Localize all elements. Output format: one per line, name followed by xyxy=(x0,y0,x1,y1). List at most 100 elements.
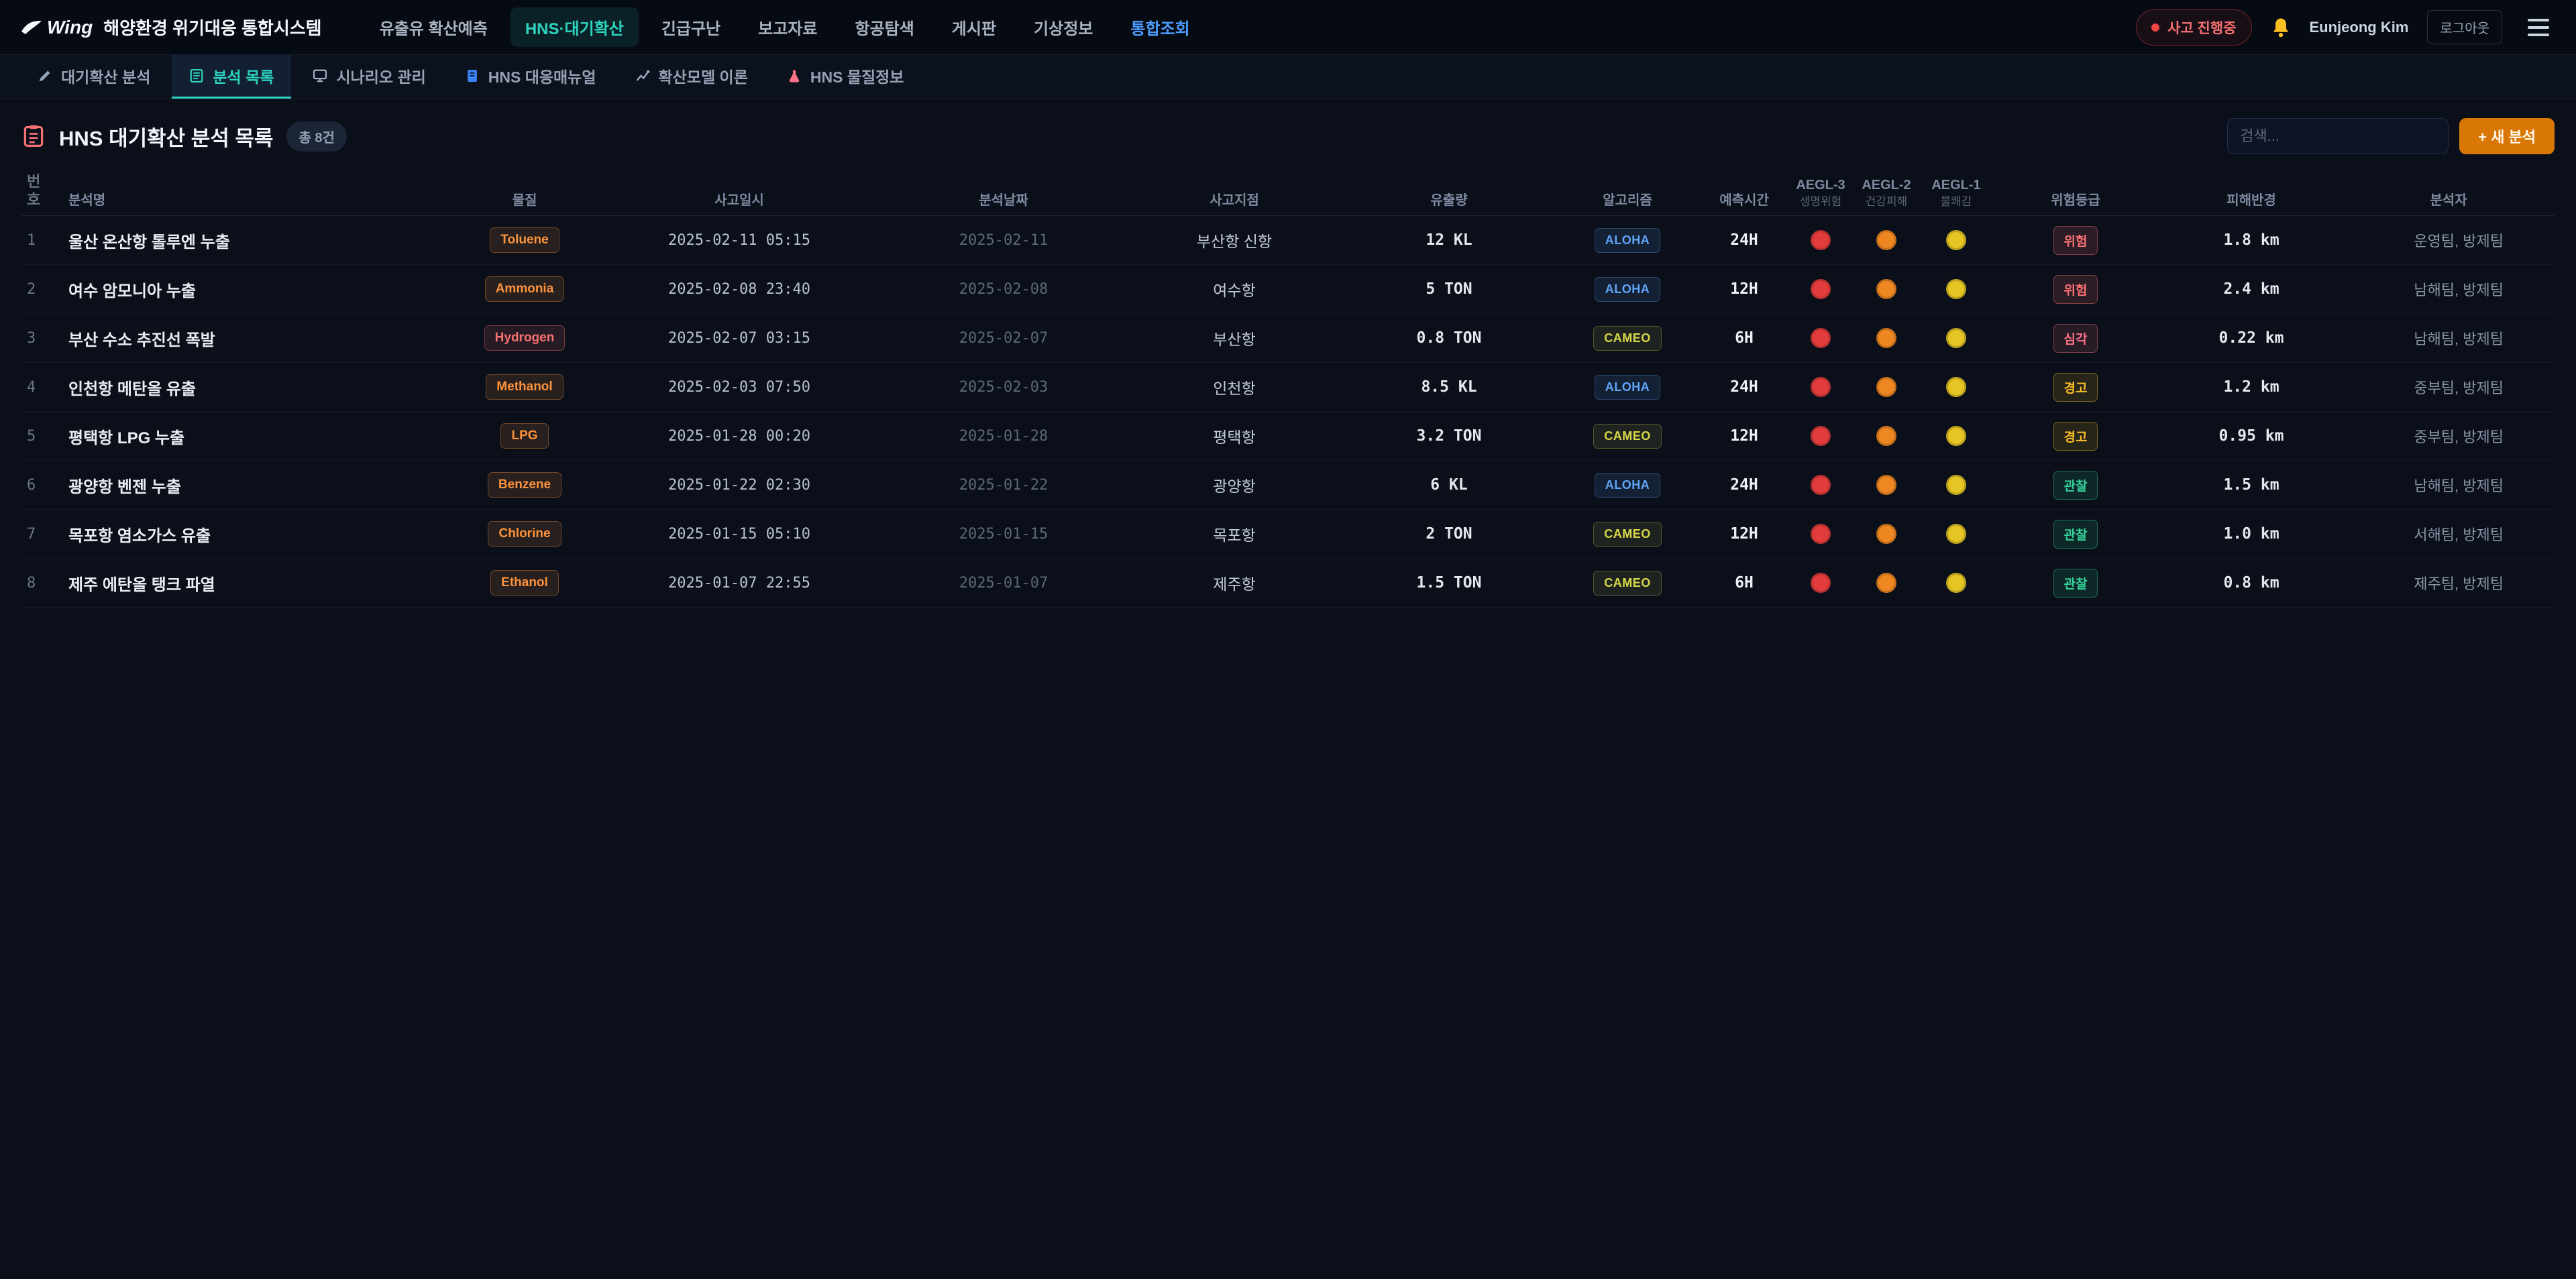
incident-status-badge[interactable]: 사고 진행중 xyxy=(2136,9,2251,46)
risk-badge: 관찰 xyxy=(2053,471,2098,500)
col-number: 번호 xyxy=(21,173,44,209)
aegl2-indicator xyxy=(1876,573,1896,593)
tab-hns-substance-info[interactable]: HNS 물질정보 xyxy=(769,55,922,99)
brand-title: 해양환경 위기대응 통합시스템 xyxy=(103,15,321,40)
damage-radius: 1.5 km xyxy=(2160,476,2343,494)
col-damage-radius: 피해반경 xyxy=(2160,192,2343,209)
navbar-right: 사고 진행중 Eunjeong Kim 로그아웃 xyxy=(2136,9,2556,46)
accident-datetime: 2025-02-08 23:40 xyxy=(598,281,880,298)
aegl1-indicator xyxy=(1946,573,1966,593)
menu-item-emergency-rescue[interactable]: 긴급구난 xyxy=(647,7,735,47)
analysis-date: 2025-01-15 xyxy=(880,526,1127,543)
risk-badge: 경고 xyxy=(2053,373,2098,402)
damage-radius: 2.4 km xyxy=(2160,280,2343,298)
spill-amount: 1.5 TON xyxy=(1342,574,1556,592)
row-number: 5 xyxy=(21,428,62,445)
aegl2-indicator xyxy=(1876,328,1896,348)
col-risk-level: 위험등급 xyxy=(1991,192,2160,209)
col-forecast-time: 예측시간 xyxy=(1699,192,1790,209)
row-number: 8 xyxy=(21,575,62,592)
analysis-date: 2025-01-07 xyxy=(880,575,1127,592)
tab-diffusion-model-theory[interactable]: 확산모델 이론 xyxy=(618,55,765,99)
row-number: 7 xyxy=(21,526,62,543)
menu-item-weather[interactable]: 기상정보 xyxy=(1019,7,1108,47)
accident-location: 부산항 신항 xyxy=(1127,229,1342,252)
substance-badge: Ethanol xyxy=(490,570,559,596)
tab-hns-manual[interactable]: HNS 대응매뉴얼 xyxy=(447,55,614,99)
table-row[interactable]: 8 제주 에탄올 탱크 파열 Ethanol 2025-01-07 22:55 … xyxy=(21,559,2555,608)
tab-scenario-management[interactable]: 시나리오 관리 xyxy=(295,55,443,99)
risk-badge: 위험 xyxy=(2053,275,2098,304)
substance-badge: Benzene xyxy=(488,472,561,498)
analyst: 중부팀, 방제팀 xyxy=(2414,425,2555,447)
incident-dot-icon xyxy=(2151,23,2159,32)
col-aegl1: AEGL-1 불쾌감 xyxy=(1921,177,1991,209)
table-row[interactable]: 3 부산 수소 추진선 폭발 Hydrogen 2025-02-07 03:15… xyxy=(21,314,2555,363)
table-row[interactable]: 5 평택항 LPG 누출 LPG 2025-01-28 00:20 2025-0… xyxy=(21,412,2555,461)
user-name[interactable]: Eunjeong Kim xyxy=(2310,19,2409,36)
aegl1-indicator xyxy=(1946,377,1966,397)
spill-amount: 3.2 TON xyxy=(1342,427,1556,445)
forecast-time: 12H xyxy=(1699,280,1790,298)
menu-item-oil-spill[interactable]: 유출유 확산예측 xyxy=(365,7,502,47)
aegl1-indicator xyxy=(1946,475,1966,495)
algorithm-badge: CAMEO xyxy=(1593,522,1662,547)
row-number: 3 xyxy=(21,330,62,347)
incident-status-label: 사고 진행중 xyxy=(2167,17,2236,38)
hamburger-menu-icon[interactable] xyxy=(2521,12,2556,43)
analysis-name: 목포항 염소가스 유출 xyxy=(62,522,451,546)
notification-bell-icon[interactable] xyxy=(2271,17,2291,38)
menu-item-integrated-search[interactable]: 통합조회 xyxy=(1116,7,1204,47)
table-row[interactable]: 1 울산 온산항 톨루엔 누출 Toluene 2025-02-11 05:15… xyxy=(21,216,2555,265)
col-substance: 물질 xyxy=(451,192,598,209)
tab-analysis-list[interactable]: 분석 목록 xyxy=(172,55,291,99)
tab-diffusion-analysis[interactable]: 대기확산 분석 xyxy=(20,55,168,99)
damage-radius: 0.22 km xyxy=(2160,329,2343,347)
risk-badge: 관찰 xyxy=(2053,569,2098,598)
aegl3-indicator xyxy=(1811,426,1831,446)
analyst: 남해팀, 방제팀 xyxy=(2414,327,2555,349)
accident-datetime: 2025-02-07 03:15 xyxy=(598,330,880,347)
aegl1-indicator xyxy=(1946,328,1966,348)
menu-item-aerial-search[interactable]: 항공탐색 xyxy=(840,7,928,47)
analysis-date: 2025-02-03 xyxy=(880,379,1127,396)
table-body: 1 울산 온산항 톨루엔 누출 Toluene 2025-02-11 05:15… xyxy=(21,216,2555,608)
forecast-time: 12H xyxy=(1699,525,1790,543)
algorithm-badge: CAMEO xyxy=(1593,326,1662,351)
menu-item-hns-diffusion[interactable]: HNS·대기확산 xyxy=(511,7,639,47)
logout-button[interactable]: 로그아웃 xyxy=(2427,10,2502,44)
manual-icon xyxy=(465,68,480,83)
logo-mark-text: Wing xyxy=(47,17,93,38)
table-row[interactable]: 6 광양항 벤젠 누출 Benzene 2025-01-22 02:30 202… xyxy=(21,461,2555,510)
row-number: 1 xyxy=(21,232,62,249)
analyst: 제주팀, 방제팀 xyxy=(2414,572,2555,594)
aegl2-indicator xyxy=(1876,377,1896,397)
search-input[interactable] xyxy=(2227,118,2449,154)
aegl3-indicator xyxy=(1811,328,1831,348)
new-analysis-button[interactable]: + 새 분석 xyxy=(2459,118,2555,154)
forecast-time: 24H xyxy=(1699,231,1790,249)
brand[interactable]: Wing 해양환경 위기대응 통합시스템 xyxy=(20,15,322,40)
risk-badge: 위험 xyxy=(2053,226,2098,255)
damage-radius: 0.8 km xyxy=(2160,574,2343,592)
accident-datetime: 2025-01-15 05:10 xyxy=(598,526,880,543)
menu-item-reports[interactable]: 보고자료 xyxy=(743,7,832,47)
accident-location: 인천항 xyxy=(1127,376,1342,398)
accident-datetime: 2025-01-07 22:55 xyxy=(598,575,880,592)
analyst: 운영팀, 방제팀 xyxy=(2414,229,2555,251)
table-row[interactable]: 2 여수 암모니아 누출 Ammonia 2025-02-08 23:40 20… xyxy=(21,265,2555,314)
algorithm-badge: ALOHA xyxy=(1595,228,1661,253)
substance-badge: Ammonia xyxy=(485,276,565,302)
monitor-icon xyxy=(313,68,327,83)
aegl2-indicator xyxy=(1876,426,1896,446)
substance-icon xyxy=(787,68,802,83)
col-aegl3: AEGL-3 생명위험 xyxy=(1790,177,1851,209)
spill-amount: 0.8 TON xyxy=(1342,329,1556,347)
spill-amount: 8.5 KL xyxy=(1342,378,1556,396)
row-number: 4 xyxy=(21,379,62,396)
pencil-icon xyxy=(38,68,52,83)
menu-item-board[interactable]: 게시판 xyxy=(937,7,1011,47)
table-row[interactable]: 4 인천항 메탄올 유출 Methanol 2025-02-03 07:50 2… xyxy=(21,363,2555,412)
table-row[interactable]: 7 목포항 염소가스 유출 Chlorine 2025-01-15 05:10 … xyxy=(21,510,2555,559)
aegl3-indicator xyxy=(1811,475,1831,495)
